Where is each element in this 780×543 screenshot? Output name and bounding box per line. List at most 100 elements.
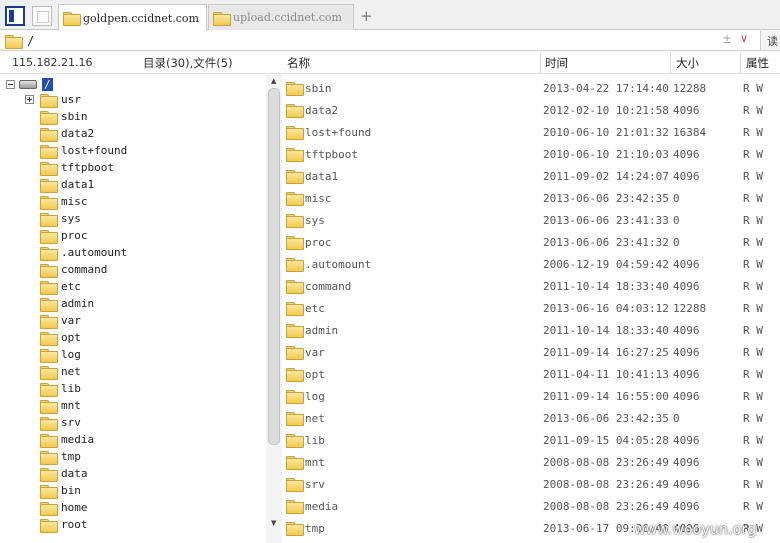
tree-item-label: misc bbox=[61, 195, 88, 208]
folder-icon bbox=[40, 382, 58, 397]
folder-icon bbox=[40, 416, 58, 431]
tree-item[interactable]: bin bbox=[40, 482, 81, 499]
file-time: 2012-02-10 10:21:58 bbox=[543, 104, 669, 117]
read-button[interactable]: 读 bbox=[760, 31, 780, 50]
tree-item[interactable]: root bbox=[40, 516, 88, 533]
tree-item[interactable]: .automount bbox=[40, 244, 127, 261]
column-header-time[interactable]: 时间 bbox=[545, 55, 568, 71]
folder-icon bbox=[40, 127, 58, 142]
tree-item[interactable]: lost+found bbox=[40, 142, 127, 159]
file-name: srv bbox=[305, 478, 325, 491]
column-divider[interactable] bbox=[540, 52, 541, 74]
scroll-down-icon[interactable]: ▼ bbox=[271, 519, 276, 527]
table-row[interactable]: data1 2011-09-02 14:24:07 4096 R W bbox=[282, 164, 780, 186]
table-row[interactable]: tftpboot 2010-06-10 21:10:03 4096 R W bbox=[282, 142, 780, 164]
scroll-up-icon[interactable]: ▲ bbox=[271, 77, 276, 85]
chevron-down-icon[interactable]: ∨ bbox=[740, 32, 748, 45]
column-header-size[interactable]: 大小 bbox=[676, 55, 699, 71]
tree-item[interactable]: log bbox=[40, 346, 81, 363]
table-row[interactable]: lib 2011-09-15 04:05:28 4096 R W bbox=[282, 428, 780, 450]
bookmark-toggle-icon[interactable]: ± bbox=[722, 32, 732, 46]
file-size: 4096 bbox=[673, 346, 700, 359]
table-row[interactable]: admin 2011-10-14 18:33:40 4096 R W bbox=[282, 318, 780, 340]
folder-icon bbox=[286, 82, 304, 96]
file-attr: R W bbox=[743, 170, 763, 183]
file-name: proc bbox=[305, 236, 332, 249]
table-row[interactable]: .automount 2006-12-19 04:59:42 4096 R W bbox=[282, 252, 780, 274]
table-row[interactable]: var 2011-09-14 16:27:25 4096 R W bbox=[282, 340, 780, 362]
tree-item[interactable]: tmp bbox=[40, 448, 81, 465]
table-row[interactable]: net 2013-06-06 23:42:35 0 R W bbox=[282, 406, 780, 428]
panel-toggle-icon[interactable] bbox=[5, 6, 25, 26]
table-row[interactable]: sys 2013-06-06 23:41:33 0 R W bbox=[282, 208, 780, 230]
tree-item-label: lib bbox=[61, 382, 81, 395]
column-divider[interactable] bbox=[740, 52, 741, 74]
file-size: 4096 bbox=[673, 368, 700, 381]
table-row[interactable]: opt 2011-04-11 10:41:13 4096 R W bbox=[282, 362, 780, 384]
tree-item-label: data bbox=[61, 467, 88, 480]
tree-item[interactable]: data2 bbox=[40, 125, 94, 142]
folder-icon bbox=[286, 324, 304, 338]
scrollbar-thumb[interactable] bbox=[268, 88, 280, 445]
tree-item[interactable]: proc bbox=[40, 227, 88, 244]
blank-page-icon[interactable] bbox=[32, 6, 52, 26]
tree-item[interactable]: usr bbox=[40, 91, 81, 108]
tree-item[interactable]: mnt bbox=[40, 397, 81, 414]
new-tab-button[interactable]: + bbox=[360, 7, 373, 25]
collapse-icon[interactable] bbox=[6, 79, 15, 89]
file-size: 4096 bbox=[673, 478, 700, 491]
table-row[interactable]: media 2008-08-08 23:26:49 4096 R W bbox=[282, 494, 780, 516]
table-row[interactable]: misc 2013-06-06 23:42:35 0 R W bbox=[282, 186, 780, 208]
tree-item[interactable]: home bbox=[40, 499, 88, 516]
table-row[interactable]: proc 2013-06-06 23:41:32 0 R W bbox=[282, 230, 780, 252]
table-row[interactable]: log 2011-09-14 16:55:00 4096 R W bbox=[282, 384, 780, 406]
folder-icon bbox=[286, 412, 304, 426]
table-row[interactable]: mnt 2008-08-08 23:26:49 4096 R W bbox=[282, 450, 780, 472]
file-name: media bbox=[305, 500, 339, 513]
tab-goldpen[interactable]: goldpen.ccidnet.com bbox=[58, 4, 207, 31]
tree-item-label: net bbox=[61, 365, 81, 378]
tree-root-label[interactable]: / bbox=[42, 77, 53, 91]
tree-item[interactable]: tftpboot bbox=[40, 159, 114, 176]
table-row[interactable]: srv 2008-08-08 23:26:49 4096 R W bbox=[282, 472, 780, 494]
tree-item[interactable]: opt bbox=[40, 329, 81, 346]
file-name: opt bbox=[305, 368, 325, 381]
expand-icon[interactable] bbox=[25, 95, 34, 104]
file-attr: R W bbox=[743, 126, 763, 139]
table-row[interactable]: data2 2012-02-10 10:21:58 4096 R W bbox=[282, 98, 780, 120]
table-row[interactable]: etc 2013-06-16 04:03:12 12288 R W bbox=[282, 296, 780, 318]
folder-icon bbox=[286, 500, 304, 514]
tree-root[interactable]: / bbox=[6, 76, 53, 92]
folder-icon bbox=[5, 34, 23, 49]
tree-item[interactable]: sbin bbox=[40, 108, 88, 125]
path-input[interactable]: / bbox=[27, 34, 34, 48]
file-size: 12288 bbox=[673, 302, 707, 315]
folder-icon bbox=[40, 501, 58, 516]
file-name: net bbox=[305, 412, 325, 425]
folder-icon bbox=[40, 314, 58, 329]
tree-item[interactable]: etc bbox=[40, 278, 81, 295]
table-row[interactable]: command 2011-10-14 18:33:40 4096 R W bbox=[282, 274, 780, 296]
column-header-name[interactable]: 名称 bbox=[287, 55, 310, 71]
tree-item-label: opt bbox=[61, 331, 81, 344]
tree-item[interactable]: admin bbox=[40, 295, 94, 312]
column-divider[interactable] bbox=[670, 52, 671, 74]
table-row[interactable]: lost+found 2010-06-10 21:01:32 16384 R W bbox=[282, 120, 780, 142]
tree-item[interactable]: misc bbox=[40, 193, 88, 210]
tree-item[interactable]: net bbox=[40, 363, 81, 380]
tree-item[interactable]: data1 bbox=[40, 176, 94, 193]
column-header-attr[interactable]: 属性 bbox=[746, 55, 769, 71]
tree-item[interactable]: lib bbox=[40, 380, 81, 397]
tree-item[interactable]: sys bbox=[40, 210, 81, 227]
folder-icon bbox=[286, 236, 304, 250]
tree-item[interactable]: srv bbox=[40, 414, 81, 431]
tree-item[interactable]: var bbox=[40, 312, 81, 329]
table-row[interactable]: sbin 2013-04-22 17:14:40 12288 R W bbox=[282, 76, 780, 98]
file-name: admin bbox=[305, 324, 339, 337]
file-size: 4096 bbox=[673, 434, 700, 447]
tree-item[interactable]: data bbox=[40, 465, 88, 482]
tree-item-label: log bbox=[61, 348, 81, 361]
tree-item[interactable]: command bbox=[40, 261, 107, 278]
tab-upload[interactable]: upload.ccidnet.com bbox=[208, 4, 354, 30]
tree-item[interactable]: media bbox=[40, 431, 94, 448]
